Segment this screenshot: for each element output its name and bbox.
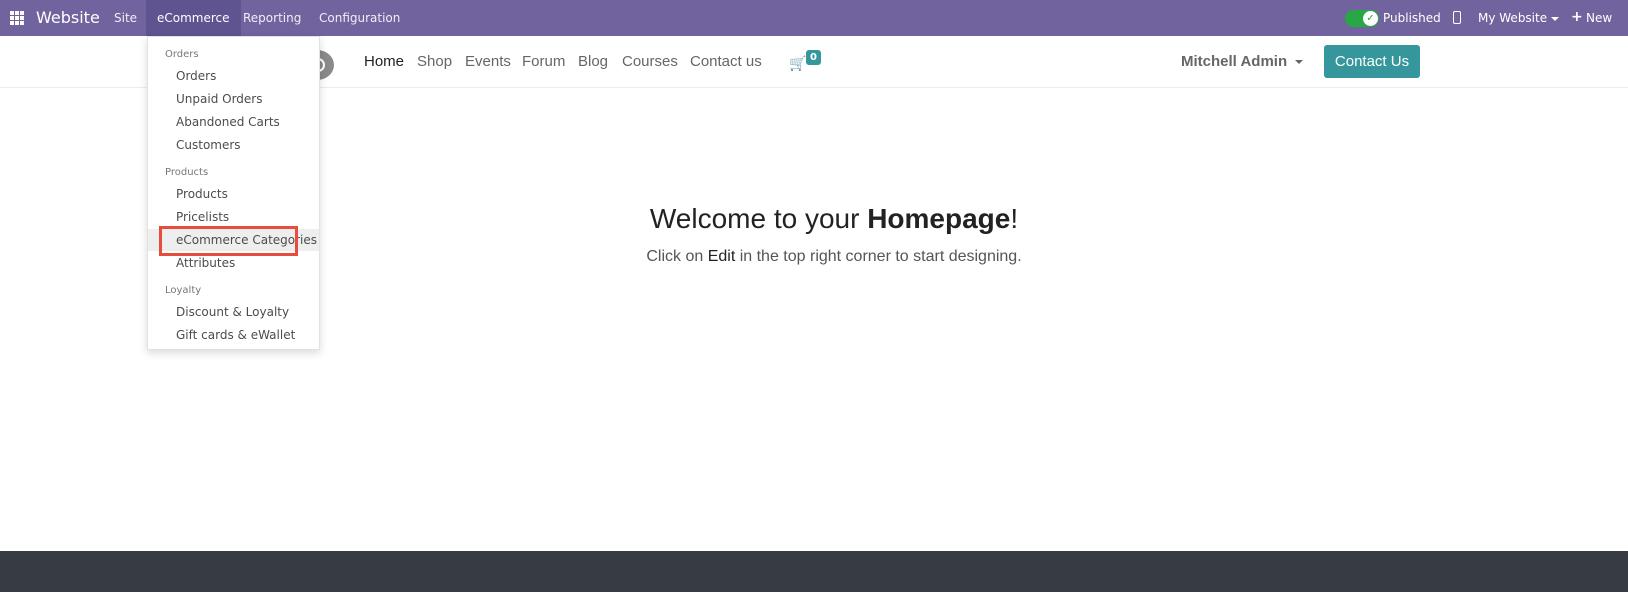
cart-count-badge: 0 [806,50,821,65]
dropdown-item-attributes[interactable]: Attributes [148,252,319,274]
caret-down-icon [1295,60,1304,65]
dropdown-header-loyalty: Loyalty [165,285,202,296]
welcome-title-pre: Welcome to your [649,203,868,234]
cart-icon[interactable]: 🛒 [789,56,806,72]
dropdown-item-orders[interactable]: Orders [148,65,319,87]
dropdown-item-unpaid-orders[interactable]: Unpaid Orders [148,88,319,110]
dropdown-item-gift-cards[interactable]: Gift cards & eWallet [148,324,319,346]
nav-events[interactable]: Events [465,53,511,70]
dropdown-item-customers[interactable]: Customers [148,134,319,156]
new-button[interactable]: New [1586,11,1612,25]
nav-blog[interactable]: Blog [578,53,608,70]
dropdown-item-discount-loyalty[interactable]: Discount & Loyalty [148,301,319,323]
nav-forum[interactable]: Forum [522,53,565,70]
nav-shop[interactable]: Shop [417,53,452,70]
apps-grid-icon[interactable] [10,11,24,25]
contact-us-button[interactable]: Contact Us [1324,45,1420,78]
plus-icon[interactable]: + [1571,10,1583,24]
dropdown-item-pricelists[interactable]: Pricelists [148,206,319,228]
welcome-sub-bold: Edit [707,248,736,265]
site-footer [0,551,1628,592]
user-menu[interactable]: Mitchell Admin [1181,53,1304,70]
user-name: Mitchell Admin [1181,53,1288,70]
dropdown-header-orders: Orders [165,49,199,60]
caret-down-icon [1551,16,1560,21]
check-icon: ✓ [1363,11,1378,26]
app-brand: Website [36,8,100,27]
welcome-title-post: ! [1010,203,1019,234]
website-switcher-label: My Website [1478,11,1548,25]
publish-toggle[interactable]: ✓ [1345,10,1379,27]
menu-site[interactable]: Site [114,11,137,25]
nav-courses[interactable]: Courses [622,53,678,70]
dropdown-header-products: Products [165,167,209,178]
ecommerce-dropdown: Orders Orders Unpaid Orders Abandoned Ca… [147,36,320,350]
menu-configuration[interactable]: Configuration [319,11,400,25]
dropdown-item-ecommerce-categories[interactable]: eCommerce Categories [148,229,319,251]
website-switcher[interactable]: My Website [1478,11,1560,25]
welcome-sub-pre: Click on [646,248,708,265]
dropdown-item-abandoned-carts[interactable]: Abandoned Carts [148,111,319,133]
welcome-sub-post: in the top right corner to start designi… [735,248,1022,265]
published-label: Published [1383,11,1441,25]
nav-contact-us[interactable]: Contact us [690,53,762,70]
menu-ecommerce[interactable]: eCommerce [146,0,241,36]
dropdown-item-products[interactable]: Products [148,183,319,205]
nav-home[interactable]: Home [364,53,404,70]
welcome-title-bold: Homepage [867,203,1011,234]
menu-reporting[interactable]: Reporting [243,11,301,25]
admin-topbar: Website Site eCommerce Reporting Configu… [0,0,1628,36]
mobile-preview-icon[interactable] [1453,11,1461,24]
